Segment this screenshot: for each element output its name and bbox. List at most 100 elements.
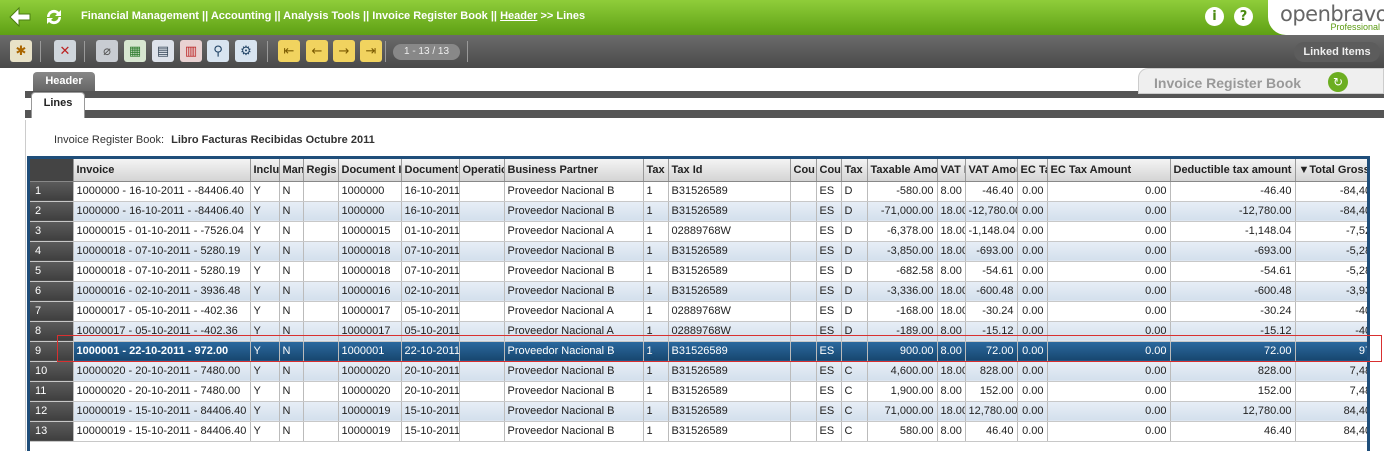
table-cell[interactable] bbox=[303, 221, 339, 242]
table-cell[interactable]: N bbox=[279, 341, 304, 362]
export-pdf-icon[interactable]: ▥ bbox=[180, 40, 202, 62]
table-cell[interactable]: -30.24 bbox=[1170, 301, 1296, 322]
table-cell[interactable]: 18.00 bbox=[937, 301, 966, 322]
table-cell[interactable]: 71,000.00 bbox=[867, 401, 938, 422]
table-cell[interactable]: N bbox=[279, 241, 304, 262]
table-cell[interactable]: 1 bbox=[643, 181, 669, 202]
table-cell[interactable]: -15.12 bbox=[965, 321, 1018, 342]
table-cell[interactable]: Y bbox=[250, 241, 280, 262]
table-cell[interactable]: ES bbox=[816, 221, 842, 242]
table-cell[interactable]: N bbox=[279, 281, 304, 302]
table-cell[interactable] bbox=[790, 321, 817, 342]
table-cell[interactable]: 152.00 bbox=[965, 381, 1018, 402]
table-cell[interactable]: Proveedor Nacional B bbox=[504, 241, 644, 262]
table-cell[interactable]: C bbox=[841, 381, 868, 402]
table-cell[interactable]: -3,850.00 bbox=[867, 241, 938, 262]
table-cell[interactable]: 22-10-2011 bbox=[401, 341, 460, 362]
table-cell[interactable]: Proveedor Nacional A bbox=[504, 321, 644, 342]
table-cell[interactable]: 02889768W bbox=[668, 221, 791, 242]
table-cell[interactable]: 10000019 bbox=[338, 401, 402, 422]
advanced-search-icon[interactable]: ⚙ bbox=[235, 40, 257, 62]
table-cell[interactable]: N bbox=[279, 201, 304, 222]
table-cell[interactable]: ES bbox=[816, 241, 842, 262]
table-cell[interactable]: 0.00 bbox=[1017, 181, 1048, 202]
grid-column-header[interactable]: VAT F bbox=[937, 159, 966, 182]
grid-column-header[interactable]: Cou bbox=[816, 159, 842, 182]
table-cell[interactable]: 0.00 bbox=[1047, 281, 1171, 302]
table-cell[interactable]: N bbox=[279, 301, 304, 322]
table-row-selected[interactable]: 9 1000001 - 22-10-2011 - 972.00 Y N 1000001 2… bbox=[30, 341, 1367, 362]
table-cell[interactable]: 02-10-2011 bbox=[401, 281, 460, 302]
table-cell[interactable]: -189.00 bbox=[867, 321, 938, 342]
invoice-cell[interactable]: 1000000 - 16-10-2011 - -84406.40 bbox=[73, 201, 251, 222]
table-cell[interactable]: 05-10-2011 bbox=[401, 321, 460, 342]
table-row[interactable]: 12 10000019 - 15-10-2011 - 84406.40 Y N 1000… bbox=[30, 401, 1367, 422]
table-cell[interactable] bbox=[459, 201, 505, 222]
table-cell[interactable] bbox=[459, 341, 505, 362]
invoice-cell[interactable]: 10000018 - 07-10-2011 - 5280.19 bbox=[73, 261, 251, 282]
table-cell[interactable]: 0.00 bbox=[1017, 241, 1048, 262]
table-cell[interactable]: 15-10-2011 bbox=[401, 401, 460, 422]
table-cell[interactable]: -693.00 bbox=[1170, 241, 1296, 262]
search-icon[interactable]: ⚲ bbox=[207, 40, 229, 62]
table-row[interactable]: 2 1000000 - 16-10-2011 - -84406.40 Y N 10000… bbox=[30, 201, 1367, 222]
table-cell[interactable]: 10000016 bbox=[338, 281, 402, 302]
table-cell[interactable] bbox=[459, 241, 505, 262]
table-cell[interactable]: -7,526.04 bbox=[1295, 221, 1367, 242]
tab-lines[interactable]: Lines bbox=[31, 92, 85, 118]
table-cell[interactable]: 07-10-2011 bbox=[401, 261, 460, 282]
grid-column-header[interactable]: Deductible tax amount bbox=[1170, 159, 1296, 182]
table-cell[interactable]: 72.00 bbox=[965, 341, 1018, 362]
table-cell[interactable]: 1 bbox=[643, 421, 669, 442]
table-cell[interactable]: Y bbox=[250, 221, 280, 242]
grid-column-header[interactable]: Tax bbox=[643, 159, 669, 182]
table-cell[interactable]: 10000015 bbox=[338, 221, 402, 242]
table-cell[interactable]: 8.00 bbox=[937, 321, 966, 342]
table-cell[interactable]: Y bbox=[250, 381, 280, 402]
table-cell[interactable]: -12,780.00 bbox=[965, 201, 1018, 222]
table-cell[interactable]: 1 bbox=[643, 281, 669, 302]
table-cell[interactable]: 1000001 bbox=[338, 341, 402, 362]
table-cell[interactable] bbox=[303, 321, 339, 342]
table-cell[interactable]: N bbox=[279, 181, 304, 202]
table-cell[interactable]: D bbox=[841, 321, 868, 342]
table-cell[interactable]: 8.00 bbox=[937, 421, 966, 442]
table-cell[interactable]: -30.24 bbox=[965, 301, 1018, 322]
table-cell[interactable]: Y bbox=[250, 341, 280, 362]
table-cell[interactable]: 1 bbox=[643, 401, 669, 422]
table-cell[interactable]: -600.48 bbox=[1170, 281, 1296, 302]
table-cell[interactable]: 12,780.00 bbox=[965, 401, 1018, 422]
table-cell[interactable]: 18.00 bbox=[937, 361, 966, 382]
new-record-icon[interactable]: ✱ bbox=[10, 40, 32, 62]
table-cell[interactable]: 10000017 bbox=[338, 321, 402, 342]
table-cell[interactable] bbox=[790, 261, 817, 282]
table-cell[interactable]: 8.00 bbox=[937, 341, 966, 362]
table-cell[interactable] bbox=[790, 201, 817, 222]
table-cell[interactable]: B31526589 bbox=[668, 381, 791, 402]
table-cell[interactable]: 72.00 bbox=[1170, 341, 1296, 362]
grid-column-header[interactable]: Tax bbox=[841, 159, 868, 182]
table-row[interactable]: 3 10000015 - 01-10-2011 - -7526.04 Y N 10000… bbox=[30, 221, 1367, 242]
table-row[interactable]: 6 10000016 - 02-10-2011 - 3936.48 Y N 100000… bbox=[30, 281, 1367, 302]
table-cell[interactable]: Proveedor Nacional B bbox=[504, 381, 644, 402]
table-cell[interactable]: 18.00 bbox=[937, 201, 966, 222]
table-cell[interactable]: -5,280.19 bbox=[1295, 261, 1367, 282]
table-cell[interactable]: B31526589 bbox=[668, 341, 791, 362]
table-cell[interactable]: Y bbox=[250, 401, 280, 422]
invoice-cell[interactable]: 1000000 - 16-10-2011 - -84406.40 bbox=[73, 181, 251, 202]
table-cell[interactable]: -682.58 bbox=[867, 261, 938, 282]
grid-column-header[interactable]: Document bbox=[401, 159, 460, 182]
table-cell[interactable]: 0.00 bbox=[1017, 421, 1048, 442]
table-cell[interactable]: 1 bbox=[643, 381, 669, 402]
table-cell[interactable]: Proveedor Nacional B bbox=[504, 261, 644, 282]
grid-column-header[interactable]: Invoice bbox=[73, 159, 251, 182]
table-cell[interactable]: -84,406.40 bbox=[1295, 201, 1367, 222]
table-cell[interactable]: 0.00 bbox=[1047, 181, 1171, 202]
table-cell[interactable]: B31526589 bbox=[668, 201, 791, 222]
table-row[interactable]: 8 10000017 - 05-10-2011 - -402.36 Y N 100000… bbox=[30, 321, 1367, 342]
grid-column-header[interactable]: VAT Amou bbox=[965, 159, 1018, 182]
table-cell[interactable]: 1,900.00 bbox=[867, 381, 938, 402]
table-cell[interactable]: ES bbox=[816, 361, 842, 382]
table-cell[interactable]: Y bbox=[250, 261, 280, 282]
table-cell[interactable]: -1,148.04 bbox=[1170, 221, 1296, 242]
